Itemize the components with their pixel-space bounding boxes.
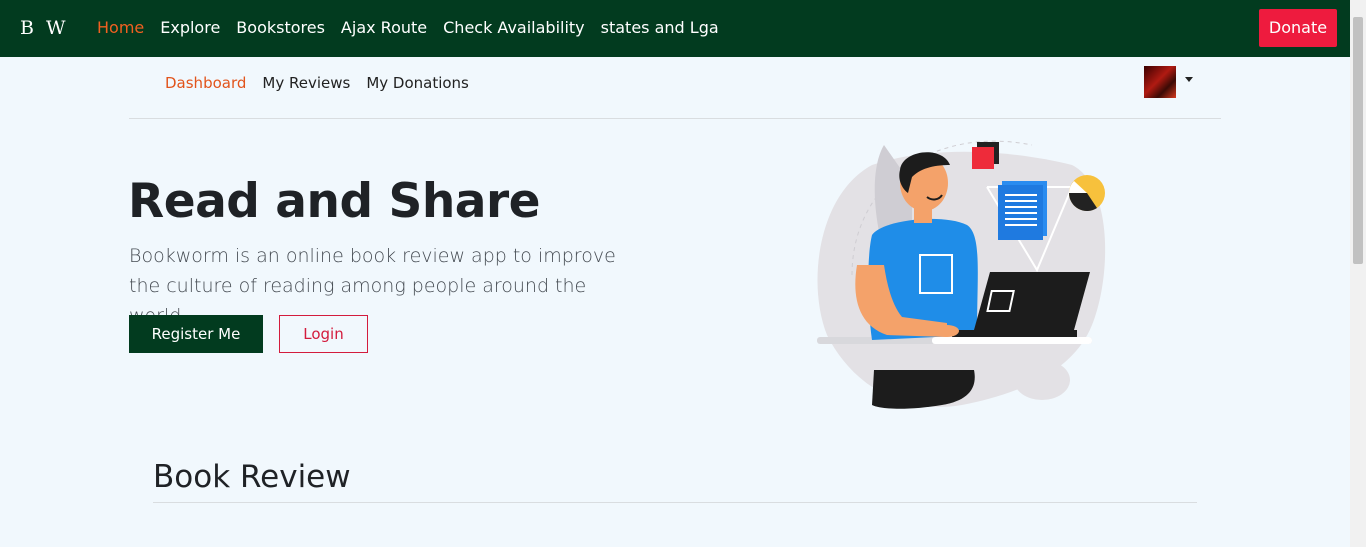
subnav-my-reviews[interactable]: My Reviews [262,72,350,94]
scrollbar-thumb[interactable] [1353,17,1363,264]
nav-explore[interactable]: Explore [160,17,220,39]
register-button[interactable]: Register Me [129,315,263,353]
subnav-my-donations[interactable]: My Donations [366,72,469,94]
sub-nav: Dashboard My Reviews My Donations [165,72,485,94]
hero-title: Read and Share [128,174,541,229]
section-title-book-review: Book Review [153,459,351,495]
subnav-dashboard[interactable]: Dashboard [165,72,246,94]
nav-ajax-route[interactable]: Ajax Route [341,17,427,39]
nav-check-availability[interactable]: Check Availability [443,17,585,39]
nav-states-and-lga[interactable]: states and Lga [601,17,719,39]
nav-home[interactable]: Home [97,17,144,39]
man-with-laptop-illustration [817,140,1106,409]
user-avatar[interactable] [1144,66,1176,98]
caret-down-icon[interactable] [1185,77,1193,82]
subnav-divider [129,118,1221,119]
nav-bookstores[interactable]: Bookstores [236,17,325,39]
brand-logo-text: B W [20,17,69,39]
donate-button[interactable]: Donate [1259,9,1337,47]
top-navbar: B W Home Explore Bookstores Ajax Route C… [0,0,1350,57]
section-divider [153,502,1197,503]
login-button[interactable]: Login [279,315,368,353]
brand-logo[interactable]: B W [20,15,69,41]
main-nav: Home Explore Bookstores Ajax Route Check… [97,17,735,39]
